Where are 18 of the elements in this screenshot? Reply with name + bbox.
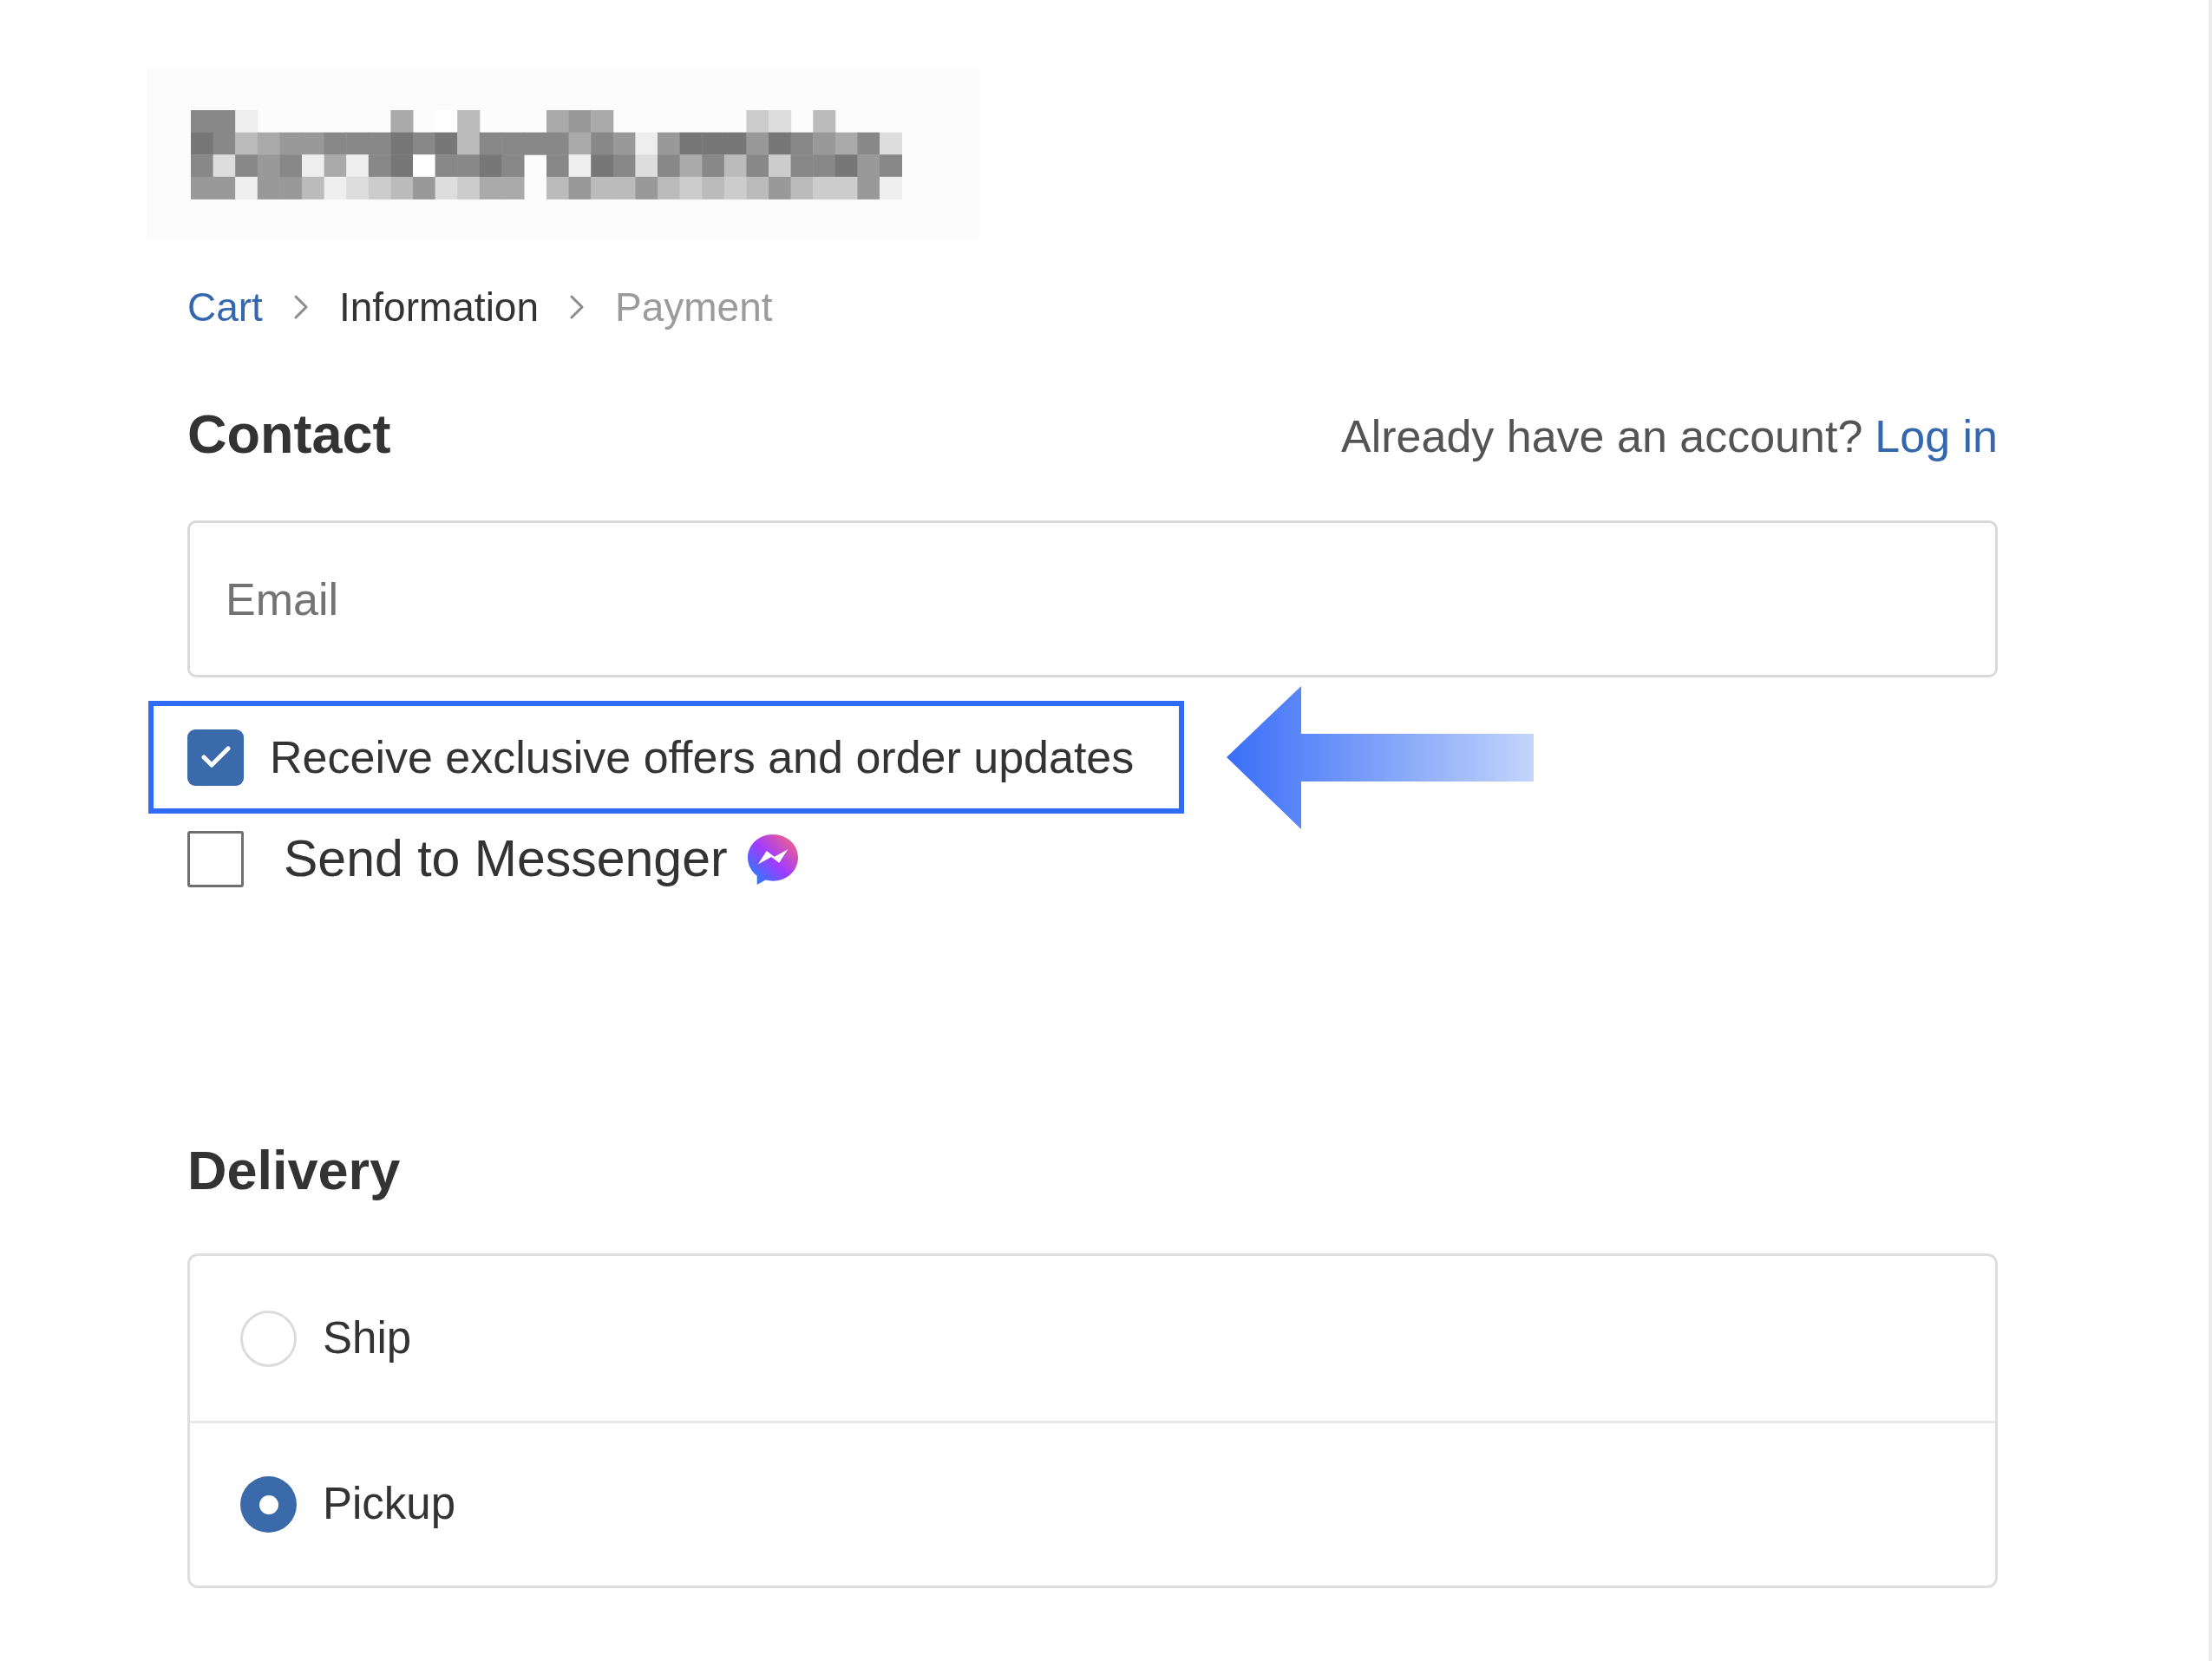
section-heading: Delivery [187,1139,401,1202]
radio-label: Ship [323,1311,412,1364]
checkbox-label: Send to Messenger [284,829,728,890]
radio-label: Pickup [323,1478,456,1531]
section-heading: Contact [187,402,391,466]
breadcrumb-step: Payment [615,284,773,330]
check-icon [200,746,231,768]
breadcrumb-link[interactable]: Cart [187,284,263,330]
checkbox[interactable] [187,831,244,887]
login-prompt: Already have an account? [1341,410,1863,463]
login-link[interactable]: Log in [1875,409,1998,464]
email-field[interactable]: Email [187,520,1998,677]
breadcrumb-current: Information [338,284,540,330]
chevron-right-icon [570,295,585,319]
chat-bubble-icon [747,834,798,885]
checkbox-label: Receive exclusive offers and order updates [270,731,1135,784]
chevron-right-icon [293,295,308,319]
checkbox[interactable] [187,729,244,786]
